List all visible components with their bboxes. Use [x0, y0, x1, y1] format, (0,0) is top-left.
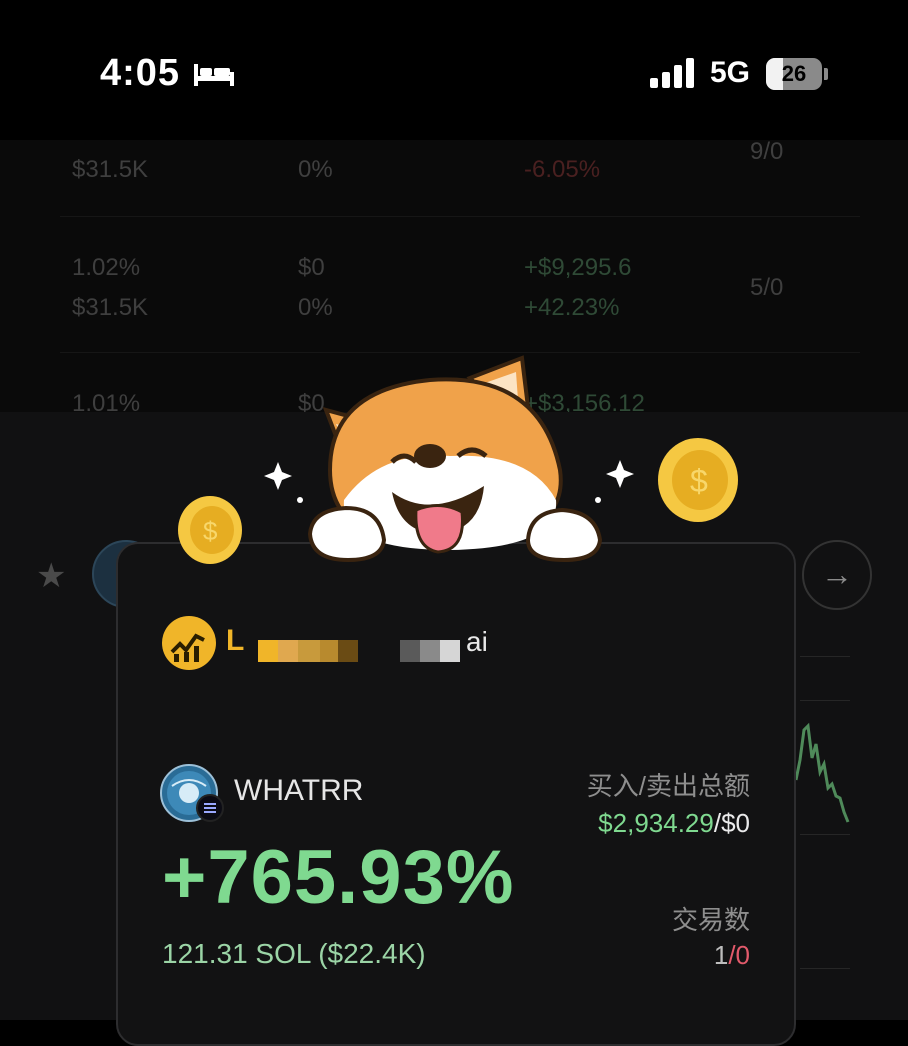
buy-sell-total-label: 买入/卖出总额: [586, 771, 750, 801]
pnl-sol-amount: 121.31 SOL ($22.4K): [162, 938, 426, 969]
sell-total-amount: /$0: [713, 808, 750, 838]
favorite-star-icon[interactable]: ★: [36, 556, 66, 596]
table-cell: -6.05%: [524, 156, 601, 183]
table-cell: +$9,295.6: [524, 254, 632, 281]
table-cell: 9/0: [750, 138, 784, 165]
redacted-handle: [258, 640, 460, 662]
solana-chain-icon: [196, 794, 224, 822]
row-divider: [800, 834, 850, 835]
price-sparkline: [794, 722, 850, 823]
user-avatar: [162, 616, 216, 670]
battery-level: 26: [781, 61, 807, 86]
trades-count-value: 1/0: [714, 940, 750, 971]
sleep-focus-icon: [194, 64, 234, 86]
row-divider: [60, 216, 860, 217]
table-cell: +42.23%: [524, 294, 620, 321]
status-bar: 4:05 5G 26: [0, 0, 908, 140]
table-cell: $0: [298, 254, 325, 281]
network-type: 5G: [710, 56, 751, 89]
buy-total-amount: $2,934.29: [598, 808, 714, 838]
sell-trades-count: /0: [728, 940, 750, 970]
arrow-right-icon[interactable]: →: [802, 540, 872, 610]
battery-icon: 26: [766, 58, 822, 90]
pnl-percentage: +765.93%: [162, 835, 515, 920]
user-handle-start: L: [226, 624, 245, 657]
pnl-share-card: L ai WHATRR +765.93% 121.31 SOL ($22.4K)…: [116, 542, 796, 1046]
table-cell: 1.02%: [72, 254, 141, 281]
table-cell: $31.5K: [72, 294, 149, 321]
row-divider: [800, 656, 850, 657]
buy-trades-count: 1: [713, 940, 729, 970]
battery-tip: [824, 68, 828, 80]
user-handle-end: ai: [466, 626, 488, 657]
row-divider: [800, 968, 850, 969]
status-time: 4:05: [100, 52, 181, 94]
table-cell: 0%: [298, 156, 333, 183]
table-cell: 5/0: [750, 274, 784, 301]
table-cell: 0%: [298, 294, 333, 321]
table-cell: $31.5K: [72, 156, 149, 183]
trend-logo-icon: [170, 633, 205, 662]
row-divider: [60, 352, 860, 353]
trades-count-label: 交易数: [671, 905, 750, 935]
token-name: WHATRR: [234, 774, 364, 807]
cellular-signal-icon: [650, 58, 694, 88]
buy-sell-total-value: $2,934.29/$0: [598, 808, 750, 839]
